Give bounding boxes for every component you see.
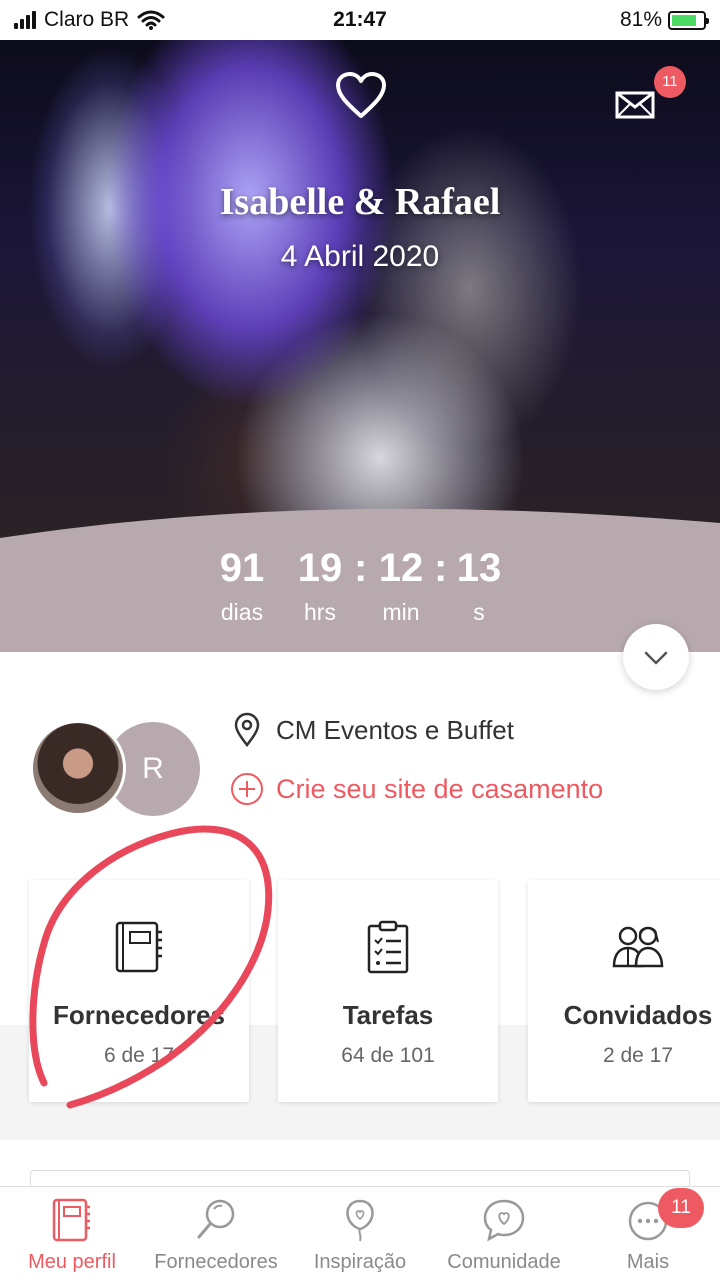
card-icon-wrap: [528, 920, 720, 974]
battery-icon: [668, 10, 709, 30]
nav-label: Inspiração: [313, 1251, 407, 1273]
card-title: Tarefas: [342, 1000, 434, 1030]
card-title: Convidados: [563, 1000, 713, 1030]
search-icon: [197, 1199, 235, 1239]
nav-label: Mais: [626, 1251, 670, 1273]
venue-row[interactable]: CM Eventos e Buffet: [232, 712, 514, 748]
card-title: Fornecedores: [53, 1000, 225, 1030]
balloon-heart-icon: [346, 1199, 374, 1242]
status-right: 81%: [619, 8, 709, 32]
card-count: 6 de 17: [103, 1044, 175, 1067]
wedding-date: 4 Abril 2020: [280, 240, 440, 273]
nav-inspiracao[interactable]: Inspiração: [288, 1187, 432, 1280]
location-pin-icon: [234, 712, 260, 748]
more-badge: 11: [658, 1188, 704, 1228]
countdown-days: 91 dias: [200, 546, 284, 626]
expand-button[interactable]: [623, 624, 689, 690]
status-bar: Claro BR 21:47 81%: [0, 0, 720, 40]
nav-label: Comunidade: [447, 1251, 561, 1273]
battery-fill: [672, 14, 697, 26]
guests-icon: [612, 926, 664, 968]
card-convidados[interactable]: Convidados 2 de 17: [528, 880, 720, 1102]
days-label: dias: [220, 599, 264, 625]
create-site-label: Crie seu site de casamento: [276, 773, 604, 804]
venue-name: CM Eventos e Buffet: [276, 714, 514, 745]
notebook-icon: [52, 1198, 90, 1242]
mail-badge: 11: [654, 66, 686, 98]
countdown-minutes: 12 min: [366, 546, 436, 626]
bottom-nav: Meu perfil Fornecedores Inspiração Comun…: [0, 1186, 720, 1280]
countdown-hours: 19 hrs: [284, 546, 356, 626]
couple-names: Isabelle & Rafael: [219, 181, 501, 223]
nav-comunidade[interactable]: Comunidade: [432, 1187, 576, 1280]
minutes-label: min: [382, 599, 420, 625]
mail-icon[interactable]: [614, 88, 656, 122]
countdown-seconds: 13 s: [446, 546, 512, 626]
countdown: 91 dias 19 hrs : 12 min : 13 s: [0, 546, 720, 646]
card-count: 64 de 101: [341, 1044, 435, 1067]
nav-fornecedores[interactable]: Fornecedores: [144, 1187, 288, 1280]
card-icon-wrap: [278, 920, 498, 974]
hero-cover[interactable]: 11 Isabelle & Rafael 4 Abril 2020 91 dia…: [0, 38, 720, 652]
battery-percent: 81%: [619, 8, 662, 31]
minutes-value: 12: [378, 546, 424, 590]
nav-meu-perfil[interactable]: Meu perfil: [0, 1187, 144, 1280]
clock: 21:47: [333, 8, 387, 31]
seconds-value: 13: [456, 546, 502, 590]
create-site-link[interactable]: Crie seu site de casamento: [230, 772, 603, 806]
heart-icon: [336, 72, 386, 118]
checklist-icon: [367, 920, 409, 974]
card-fornecedores[interactable]: Fornecedores 6 de 17: [29, 880, 249, 1102]
seconds-label: s: [473, 599, 485, 625]
avatar[interactable]: [30, 720, 126, 816]
hours-label: hrs: [304, 599, 336, 625]
card-icon-wrap: [29, 920, 249, 974]
nav-label: Fornecedores: [154, 1251, 278, 1273]
nav-label: Meu perfil: [28, 1251, 116, 1273]
chat-heart-icon: [483, 1199, 525, 1242]
card-tarefas[interactable]: Tarefas 64 de 101: [278, 880, 498, 1102]
card-count: 2 de 17: [602, 1044, 674, 1067]
plus-circle-icon: [231, 773, 263, 805]
notebook-icon: [115, 921, 162, 973]
chevron-down-icon: [644, 651, 668, 665]
days-value: 91: [219, 546, 265, 590]
hours-value: 19: [297, 546, 343, 590]
